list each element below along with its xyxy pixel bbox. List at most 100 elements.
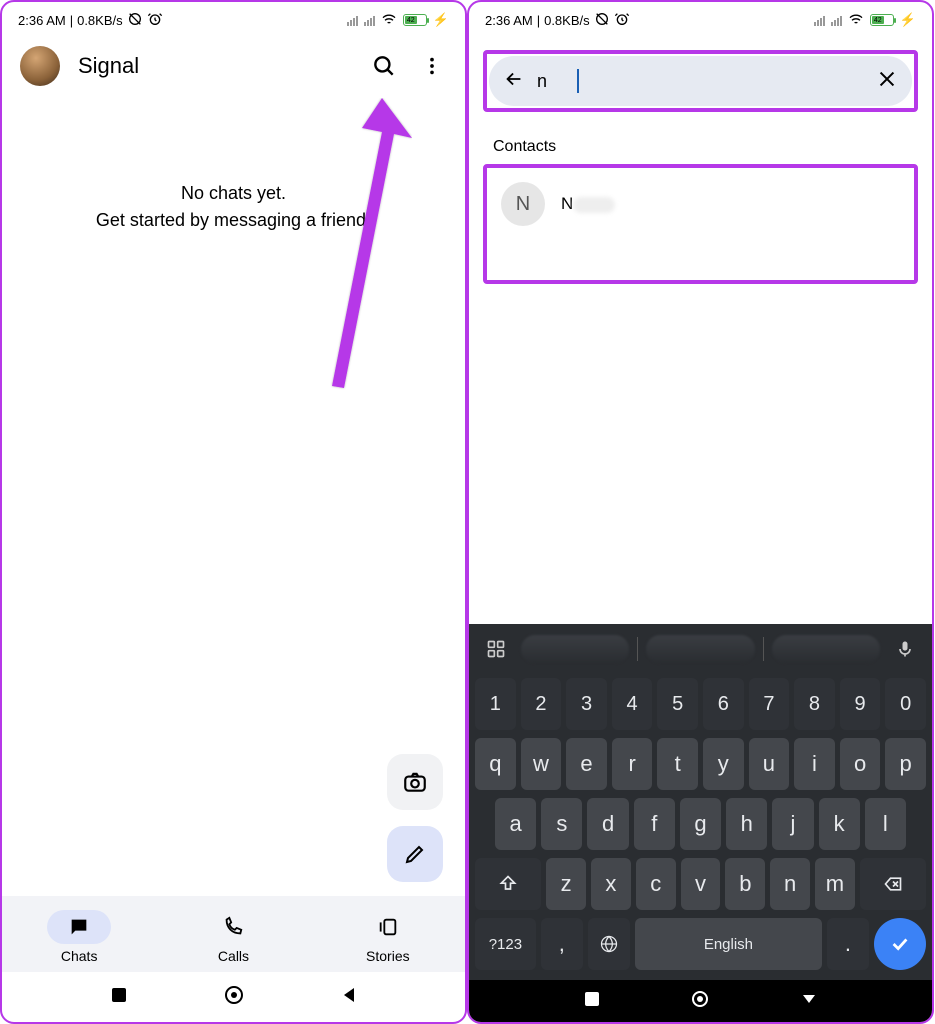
app-title: Signal xyxy=(78,53,351,79)
alarm-icon xyxy=(147,11,163,30)
battery-icon: 42 xyxy=(870,14,894,26)
key-8[interactable]: 8 xyxy=(794,678,835,730)
calls-icon xyxy=(201,910,265,944)
key-d[interactable]: d xyxy=(587,798,628,850)
key-j[interactable]: j xyxy=(772,798,813,850)
signal-bars-icon xyxy=(347,14,358,26)
key-b[interactable]: b xyxy=(725,858,765,910)
status-speed: 0.8KB/s xyxy=(544,13,590,28)
key-6[interactable]: 6 xyxy=(703,678,744,730)
kb-suggestion[interactable] xyxy=(521,635,629,663)
key-4[interactable]: 4 xyxy=(612,678,653,730)
key-a[interactable]: a xyxy=(495,798,536,850)
key-q[interactable]: q xyxy=(475,738,516,790)
key-h[interactable]: h xyxy=(726,798,767,850)
back-button[interactable] xyxy=(340,986,358,1009)
key-z[interactable]: z xyxy=(546,858,586,910)
key-u[interactable]: u xyxy=(749,738,790,790)
search-highlight: n xyxy=(483,50,918,112)
key-5[interactable]: 5 xyxy=(657,678,698,730)
nav-calls[interactable]: Calls xyxy=(156,910,310,964)
symbols-key[interactable]: ?123 xyxy=(475,918,536,970)
nav-label: Stories xyxy=(366,948,410,964)
key-f[interactable]: f xyxy=(634,798,675,850)
key-w[interactable]: w xyxy=(521,738,562,790)
kb-suggestion[interactable] xyxy=(646,635,754,663)
comma-key[interactable]: , xyxy=(541,918,583,970)
dnd-icon xyxy=(127,11,143,30)
empty-line2: Get started by messaging a friend. xyxy=(22,207,445,234)
home-button[interactable] xyxy=(690,989,710,1014)
key-o[interactable]: o xyxy=(840,738,881,790)
key-m[interactable]: m xyxy=(815,858,855,910)
key-c[interactable]: c xyxy=(636,858,676,910)
kb-suggestion[interactable] xyxy=(772,635,880,663)
key-s[interactable]: s xyxy=(541,798,582,850)
dnd-icon xyxy=(594,11,610,30)
chats-icon xyxy=(47,910,111,944)
home-button[interactable] xyxy=(223,984,245,1011)
shift-key[interactable] xyxy=(475,858,541,910)
battery-icon: 42 xyxy=(403,14,427,26)
key-n[interactable]: n xyxy=(770,858,810,910)
key-0[interactable]: 0 xyxy=(885,678,926,730)
more-icon[interactable] xyxy=(417,51,447,81)
key-l[interactable]: l xyxy=(865,798,906,850)
search-icon[interactable] xyxy=(369,51,399,81)
keyboard-hide-button[interactable] xyxy=(801,991,817,1012)
mic-icon[interactable] xyxy=(888,632,922,666)
nav-chats[interactable]: Chats xyxy=(2,910,156,964)
key-e[interactable]: e xyxy=(566,738,607,790)
charging-icon: ⚡ xyxy=(900,12,916,28)
camera-button[interactable] xyxy=(387,754,443,810)
nav-stories[interactable]: Stories xyxy=(311,910,465,964)
key-v[interactable]: v xyxy=(681,858,721,910)
key-g[interactable]: g xyxy=(680,798,721,850)
wifi-icon xyxy=(848,11,864,30)
status-bar: 2:36 AM | 0.8KB/s 42 ⚡ xyxy=(2,2,465,32)
key-y[interactable]: y xyxy=(703,738,744,790)
key-x[interactable]: x xyxy=(591,858,631,910)
key-7[interactable]: 7 xyxy=(749,678,790,730)
recents-button[interactable] xyxy=(584,991,600,1012)
key-2[interactable]: 2 xyxy=(521,678,562,730)
system-nav xyxy=(2,972,465,1022)
key-i[interactable]: i xyxy=(794,738,835,790)
charging-icon: ⚡ xyxy=(433,12,449,28)
key-t[interactable]: t xyxy=(657,738,698,790)
key-9[interactable]: 9 xyxy=(840,678,881,730)
enter-key[interactable] xyxy=(874,918,926,970)
avatar[interactable] xyxy=(20,46,60,86)
period-key[interactable]: . xyxy=(827,918,869,970)
key-r[interactable]: r xyxy=(612,738,653,790)
contact-name: N xyxy=(561,194,615,214)
backspace-key[interactable] xyxy=(860,858,926,910)
key-1[interactable]: 1 xyxy=(475,678,516,730)
status-bar: 2:36 AM | 0.8KB/s 42 ⚡ xyxy=(469,2,932,32)
bottom-nav: Chats Calls Stories xyxy=(2,896,465,972)
nav-label: Calls xyxy=(218,948,249,964)
section-contacts: Contacts xyxy=(469,122,932,162)
kb-apps-icon[interactable] xyxy=(479,632,513,666)
key-p[interactable]: p xyxy=(885,738,926,790)
app-header: Signal xyxy=(2,32,465,100)
contact-row[interactable]: N N xyxy=(495,178,906,230)
empty-state: No chats yet. Get started by messaging a… xyxy=(2,180,465,234)
language-key[interactable] xyxy=(588,918,630,970)
key-k[interactable]: k xyxy=(819,798,860,850)
clear-icon[interactable] xyxy=(876,68,898,95)
space-key[interactable]: English xyxy=(635,918,822,970)
key-3[interactable]: 3 xyxy=(566,678,607,730)
search-input[interactable]: n xyxy=(537,71,547,92)
compose-button[interactable] xyxy=(387,826,443,882)
back-icon[interactable] xyxy=(503,68,525,95)
signal-bars-icon xyxy=(364,14,375,26)
phone-screen-chats: 2:36 AM | 0.8KB/s 42 ⚡ Signal No chats y… xyxy=(0,0,467,1024)
recents-button[interactable] xyxy=(110,986,128,1009)
text-cursor xyxy=(577,69,579,93)
alarm-icon xyxy=(614,11,630,30)
status-time: 2:36 AM xyxy=(485,13,533,28)
search-bar[interactable]: n xyxy=(489,56,912,106)
status-speed: 0.8KB/s xyxy=(77,13,123,28)
keyboard: 1234567890 qwertyuiop asdfghjkl zxcvbnm … xyxy=(469,624,932,980)
